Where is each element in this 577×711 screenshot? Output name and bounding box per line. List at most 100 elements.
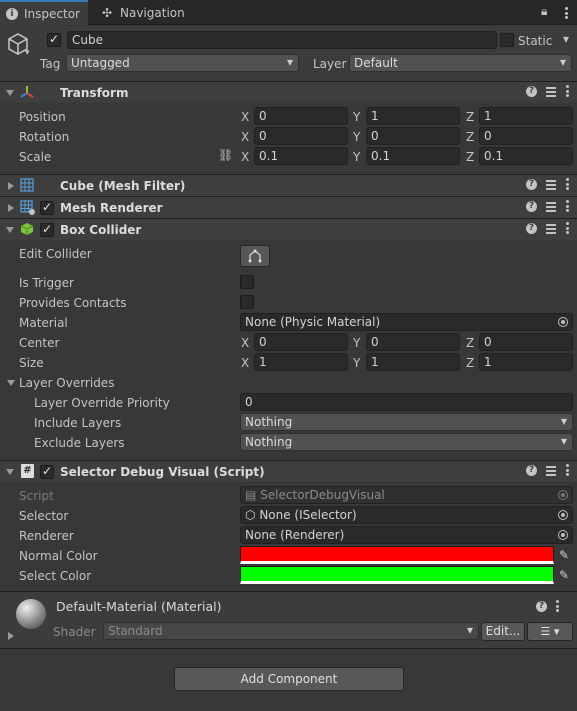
material-name: Default-Material (Material) [56, 599, 222, 614]
object-picker-icon[interactable] [558, 317, 568, 327]
link-icon[interactable]: ⛓︎ [218, 148, 233, 162]
foldout-arrow-icon[interactable] [8, 182, 14, 190]
mesh-renderer-enabled-checkbox[interactable] [40, 200, 54, 215]
selector-field[interactable]: ⬡ None (ISelector) [240, 506, 573, 524]
center-label: Center [19, 336, 60, 350]
center-y-field[interactable]: 0 [366, 333, 460, 351]
box-collider-icon [20, 223, 34, 235]
shader-dropdown[interactable]: Standard [103, 622, 479, 640]
center-x-field[interactable]: 0 [254, 333, 348, 351]
presets-icon[interactable] [545, 201, 557, 212]
size-z-field[interactable]: 1 [479, 353, 573, 371]
material-options-dropdown[interactable]: ☰ ▾ [527, 622, 573, 641]
rotation-y-field[interactable]: 0 [366, 127, 460, 145]
presets-icon[interactable] [545, 465, 557, 476]
help-icon[interactable]: ? [526, 200, 537, 212]
edit-shader-button[interactable]: Edit... [481, 622, 525, 641]
eyedropper-icon[interactable]: ✎ [556, 547, 572, 563]
size-y-field[interactable]: 1 [366, 353, 460, 371]
presets-icon[interactable] [545, 223, 557, 234]
rotation-x-field[interactable]: 0 [254, 127, 348, 145]
add-component-button[interactable]: Add Component [174, 667, 404, 691]
active-checkbox[interactable] [47, 32, 61, 47]
mesh-filter-header[interactable]: Cube (Mesh Filter) ? [0, 174, 577, 196]
help-icon[interactable]: ? [536, 600, 547, 612]
static-checkbox[interactable] [500, 33, 514, 47]
selector-debug-enabled-checkbox[interactable] [40, 464, 54, 479]
size-label: Size [19, 356, 44, 370]
normal-color-label: Normal Color [19, 549, 98, 563]
physic-material-field[interactable]: None (Physic Material) [240, 313, 573, 331]
object-picker-icon[interactable] [558, 530, 568, 540]
rotation-z-field[interactable]: 0 [479, 127, 573, 145]
layer-overrides-foldout-icon[interactable] [7, 380, 15, 386]
include-layers-dropdown[interactable]: Nothing [240, 413, 573, 431]
tab-inspector[interactable]: i Inspector [0, 0, 88, 25]
eyedropper-icon[interactable]: ✎ [556, 567, 572, 583]
position-y-field[interactable]: 1 [366, 107, 460, 125]
size-x-field[interactable]: 1 [254, 353, 348, 371]
help-icon[interactable]: ? [526, 222, 537, 234]
interface-icon: ⬡ [245, 508, 256, 522]
transform-icon [20, 86, 34, 98]
select-color-swatch[interactable] [240, 566, 554, 584]
is-trigger-label: Is Trigger [19, 276, 74, 290]
layer-dropdown[interactable]: Default [349, 54, 572, 72]
position-z-field[interactable]: 1 [479, 107, 573, 125]
scale-z-field[interactable]: 0.1 [479, 147, 573, 165]
scale-label: Scale [19, 150, 52, 164]
renderer-field[interactable]: None (Renderer) [240, 526, 573, 544]
mesh-filter-icon [20, 178, 34, 192]
center-z-field[interactable]: 0 [479, 333, 573, 351]
layer-overrides-label[interactable]: Layer Overrides [19, 376, 114, 390]
component-menu-icon[interactable] [565, 464, 569, 476]
axis-x-label: X [241, 130, 250, 144]
scale-y-field[interactable]: 0.1 [366, 147, 460, 165]
is-trigger-checkbox[interactable] [240, 275, 254, 289]
object-picker-icon [558, 490, 568, 500]
axis-z-label: Z [466, 130, 475, 144]
object-picker-icon[interactable] [558, 510, 568, 520]
lock-icon[interactable]: 🔒︎ [541, 4, 547, 19]
component-menu-icon[interactable] [565, 222, 569, 234]
foldout-arrow-icon[interactable] [6, 90, 14, 96]
layer-override-priority-field[interactable]: 0 [240, 393, 573, 411]
foldout-arrow-icon[interactable] [6, 227, 14, 233]
icon-dropdown-icon[interactable]: ▾ [25, 48, 30, 58]
tag-label: Tag [40, 57, 61, 71]
tag-dropdown[interactable]: Untagged [66, 54, 299, 72]
help-icon[interactable]: ? [526, 85, 537, 97]
help-icon[interactable]: ? [526, 464, 537, 476]
axis-y-label: Y [353, 130, 361, 144]
exclude-layers-dropdown[interactable]: Nothing [240, 433, 573, 451]
component-title: Box Collider [60, 223, 142, 237]
selector-debug-header[interactable]: # Selector Debug Visual (Script) ? [0, 460, 577, 482]
mesh-renderer-icon [20, 200, 35, 215]
box-collider-enabled-checkbox[interactable] [40, 222, 54, 237]
object-name-field[interactable]: Cube [67, 31, 497, 49]
component-menu-icon[interactable] [565, 178, 569, 190]
script-file-icon: ▤ [245, 488, 257, 502]
box-collider-header[interactable]: Box Collider ? [0, 218, 577, 240]
tab-menu-icon[interactable] [564, 7, 568, 19]
axis-z-label: Z [466, 110, 475, 124]
component-menu-icon[interactable] [565, 85, 569, 97]
foldout-arrow-icon[interactable] [8, 632, 14, 640]
provides-contacts-checkbox[interactable] [240, 295, 254, 309]
transform-header[interactable]: Transform ? [0, 81, 577, 103]
position-x-field[interactable]: 0 [254, 107, 348, 125]
tab-navigation[interactable]: ✣ Navigation [96, 0, 196, 25]
help-icon[interactable]: ? [526, 178, 537, 190]
foldout-arrow-icon[interactable] [8, 204, 14, 212]
component-menu-icon[interactable] [565, 200, 569, 212]
axis-z-label: Z [466, 336, 475, 350]
normal-color-swatch[interactable] [240, 546, 554, 564]
material-menu-icon[interactable] [555, 600, 559, 612]
presets-icon[interactable] [545, 179, 557, 190]
static-dropdown-icon[interactable]: ▾ [563, 32, 569, 46]
mesh-renderer-header[interactable]: Mesh Renderer ? [0, 196, 577, 218]
scale-x-field[interactable]: 0.1 [254, 147, 348, 165]
edit-collider-button[interactable] [240, 245, 270, 267]
foldout-arrow-icon[interactable] [6, 469, 14, 475]
presets-icon[interactable] [545, 86, 557, 97]
